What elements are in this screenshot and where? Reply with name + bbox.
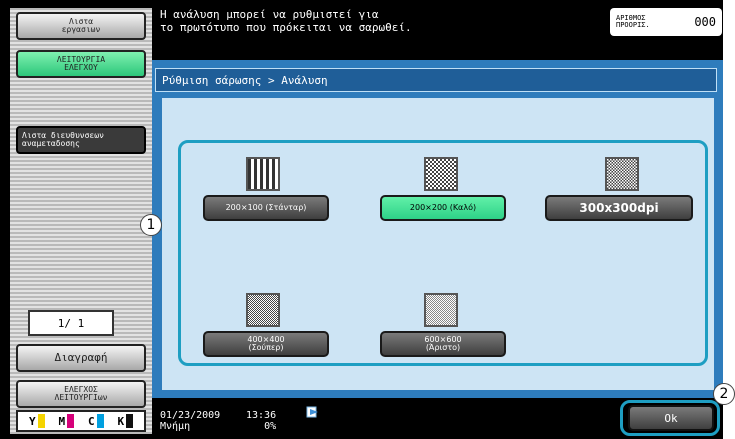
broadcast-address-list-button[interactable]: Λιστα διευθυνσεων αναμεταδοσης (16, 126, 146, 154)
toner-black: K (117, 414, 134, 428)
resolution-ultra-icon (424, 293, 458, 327)
toner-indicator: Y M C K (16, 410, 146, 432)
resolution-fine-button[interactable]: 200×200 (Καλό) (380, 195, 506, 221)
page-indicator: 1/ 1 (28, 310, 114, 336)
left-sidebar: Λιστα εργασιων ΛΕΙΤΟΥΡΓΙΑ ΕΛΕΓΧΟΥ Λιστα … (10, 8, 152, 434)
delete-button[interactable]: Διαγραφή (16, 344, 146, 372)
resolution-super-button[interactable]: 400×400 (Σούπερ) (203, 331, 329, 357)
status-date-memory: 01/23/2009 Μνήμη (160, 410, 221, 432)
toner-magenta: M (58, 414, 75, 428)
toner-yellow: Y (29, 414, 45, 428)
destination-counter: ΑΡΙΘΜΟΣ ΠΡΟΟΡΙΣ. 000 (610, 8, 722, 36)
resolution-super-icon (246, 293, 280, 327)
resolution-300dpi-icon (605, 157, 639, 191)
job-list-button[interactable]: Λιστα εργασιων (16, 12, 146, 40)
resolution-fine-icon (424, 157, 458, 191)
breadcrumb: Ρύθμιση σάρωσης > Ανάλυση (155, 68, 717, 92)
resolution-ultra-button[interactable]: 600×600 (Άριστο) (380, 331, 506, 357)
resolution-300dpi-button[interactable]: 300x300dpi (545, 195, 693, 221)
callout-2: 2 (713, 383, 735, 405)
callout-1: 1 (140, 214, 162, 236)
counter-label: ΑΡΙΘΜΟΣ ΠΡΟΟΡΙΣ. (616, 14, 650, 29)
ok-button[interactable]: Ok (628, 405, 714, 431)
status-time-memory: 13:36 0% (246, 410, 277, 432)
instruction-message: Η ανάλυση μπορεί να ρυθμιστεί για το πρω… (160, 8, 412, 34)
resolution-standard-button[interactable]: 200×100 (Στάνταρ) (203, 195, 329, 221)
scan-activity-icon (306, 406, 318, 418)
counter-value: 000 (694, 15, 716, 29)
resolution-standard-icon (246, 157, 280, 191)
toner-cyan: C (88, 414, 104, 428)
check-mode-button[interactable]: ΛΕΙΤΟΥΡΓΙΑ ΕΛΕΓΧΟΥ (16, 50, 146, 78)
check-functions-button[interactable]: ΕΛΕΓΧΟΣ ΛΕΙΤΟΥΡΓΙων (16, 380, 146, 408)
